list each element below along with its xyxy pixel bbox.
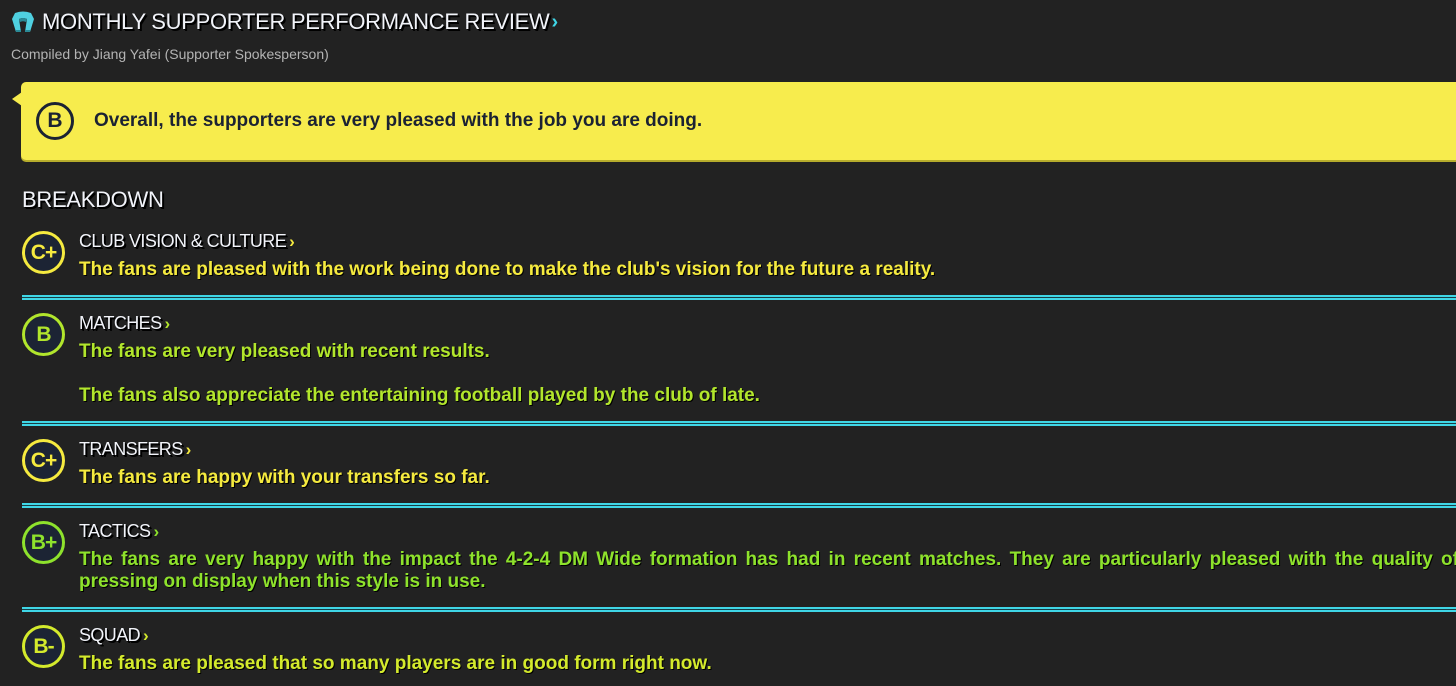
section-link-transfers[interactable]: TRANSFERS › [79, 439, 191, 460]
supporter-review-page: MONTHLY SUPPORTER PERFORMANCE REVIEW › C… [0, 0, 1456, 686]
section-description: The fans are pleased that so many player… [79, 653, 1456, 675]
section-title: MATCHES [79, 313, 162, 333]
section-title: SQUAD [79, 625, 141, 645]
section-divider [22, 503, 1456, 508]
grade-badge: B+ [22, 521, 65, 564]
page-title: MONTHLY SUPPORTER PERFORMANCE REVIEW [42, 9, 550, 34]
section-link-squad[interactable]: SQUAD › [79, 625, 149, 646]
page-header: MONTHLY SUPPORTER PERFORMANCE REVIEW › [11, 8, 558, 36]
grade-badge: B [22, 313, 65, 356]
chevron-right-icon: › [153, 521, 160, 541]
chevron-right-icon: › [289, 231, 295, 251]
section-title: CLUB VISION & CULTURE [79, 231, 287, 251]
section-divider [22, 607, 1456, 612]
section-paragraph: The fans also appreciate the entertainin… [79, 385, 760, 406]
section-paragraph: The fans are happy with your transfers s… [79, 467, 490, 488]
chevron-right-icon: › [185, 439, 192, 459]
overall-verdict-banner: B Overall, the supporters are very pleas… [12, 82, 1456, 160]
grade-badge: B- [22, 625, 65, 668]
section-divider [22, 421, 1456, 426]
chevron-right-icon: › [143, 625, 149, 645]
section-link-tactics[interactable]: TACTICS › [79, 521, 159, 542]
section-description: The fans are very pleased with recent re… [79, 341, 1456, 407]
grade-badge: C+ [22, 439, 65, 482]
chevron-right-icon[interactable]: › [552, 11, 559, 34]
section-paragraph: The fans are very happy with the impact … [79, 549, 1456, 592]
breakdown-heading: BREAKDOWN [22, 187, 164, 212]
grade-badge: C+ [22, 231, 65, 274]
overall-grade-badge: B [36, 102, 74, 140]
section-link-matches[interactable]: MATCHES › [79, 313, 170, 334]
speech-bubble-tail [12, 92, 22, 106]
section-title: TACTICS [79, 521, 151, 541]
section-description: The fans are pleased with the work being… [79, 259, 1456, 281]
overall-verdict-text: Overall, the supporters are very pleased… [94, 110, 703, 131]
scarf-icon [11, 11, 35, 33]
compiled-by-subtitle: Compiled by Jiang Yafei (Supporter Spoke… [11, 46, 329, 62]
section-divider [22, 295, 1456, 300]
section-title: TRANSFERS [79, 439, 183, 459]
section-description: The fans are happy with your transfers s… [79, 467, 1456, 489]
section-link-club-vision[interactable]: CLUB VISION & CULTURE › [79, 231, 295, 252]
chevron-right-icon: › [164, 313, 171, 333]
section-paragraph: The fans are pleased with the work being… [79, 259, 936, 280]
section-paragraph: The fans are very pleased with recent re… [79, 341, 490, 362]
section-paragraph: The fans are pleased that so many player… [79, 653, 712, 674]
section-description: The fans are very happy with the impact … [79, 549, 1456, 593]
